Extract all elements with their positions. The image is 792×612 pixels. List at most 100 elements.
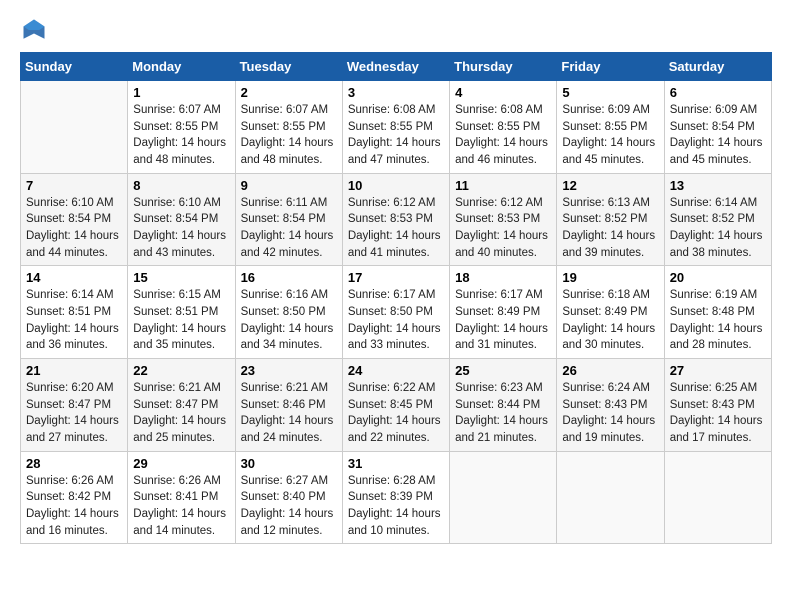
day-number: 10	[348, 178, 444, 193]
day-detail: Sunrise: 6:19 AMSunset: 8:48 PMDaylight:…	[670, 287, 766, 354]
day-number: 8	[133, 178, 229, 193]
day-detail: Sunrise: 6:27 AMSunset: 8:40 PMDaylight:…	[241, 473, 337, 540]
calendar-cell: 16Sunrise: 6:16 AMSunset: 8:50 PMDayligh…	[235, 266, 342, 359]
day-number: 26	[562, 363, 658, 378]
day-number: 18	[455, 270, 551, 285]
logo	[20, 16, 52, 44]
day-detail: Sunrise: 6:14 AMSunset: 8:51 PMDaylight:…	[26, 287, 122, 354]
day-detail: Sunrise: 6:14 AMSunset: 8:52 PMDaylight:…	[670, 195, 766, 262]
calendar-header-row: SundayMondayTuesdayWednesdayThursdayFrid…	[21, 53, 772, 81]
day-number: 19	[562, 270, 658, 285]
day-detail: Sunrise: 6:13 AMSunset: 8:52 PMDaylight:…	[562, 195, 658, 262]
calendar-cell	[557, 451, 664, 544]
day-header-monday: Monday	[128, 53, 235, 81]
day-detail: Sunrise: 6:28 AMSunset: 8:39 PMDaylight:…	[348, 473, 444, 540]
day-number: 16	[241, 270, 337, 285]
calendar-cell: 9 Sunrise: 6:11 AMSunset: 8:54 PMDaylight…	[235, 173, 342, 266]
day-number: 25	[455, 363, 551, 378]
day-number: 30	[241, 456, 337, 471]
day-header-friday: Friday	[557, 53, 664, 81]
day-detail: Sunrise: 6:10 AMSunset: 8:54 PMDaylight:…	[26, 195, 122, 262]
calendar-cell: 6 Sunrise: 6:09 AMSunset: 8:54 PMDaylight…	[664, 81, 771, 174]
calendar-week-row: 14 Sunrise: 6:14 AMSunset: 8:51 PMDayligh…	[21, 266, 772, 359]
day-number: 7	[26, 178, 122, 193]
calendar-cell: 2 Sunrise: 6:07 AMSunset: 8:55 PMDaylight…	[235, 81, 342, 174]
calendar-week-row: 7 Sunrise: 6:10 AMSunset: 8:54 PMDaylight…	[21, 173, 772, 266]
day-detail: Sunrise: 6:25 AMSunset: 8:43 PMDaylight:…	[670, 380, 766, 447]
day-detail: Sunrise: 6:08 AMSunset: 8:55 PMDaylight:…	[348, 102, 444, 169]
day-detail: Sunrise: 6:24 AMSunset: 8:43 PMDaylight:…	[562, 380, 658, 447]
calendar-cell: 4Sunrise: 6:08 AMSunset: 8:55 PMDaylight…	[450, 81, 557, 174]
calendar-cell: 17Sunrise: 6:17 AMSunset: 8:50 PMDayligh…	[342, 266, 449, 359]
day-number: 2	[241, 85, 337, 100]
calendar-week-row: 21Sunrise: 6:20 AMSunset: 8:47 PMDayligh…	[21, 359, 772, 452]
day-number: 28	[26, 456, 122, 471]
calendar-cell: 3 Sunrise: 6:08 AMSunset: 8:55 PMDaylight…	[342, 81, 449, 174]
calendar-cell: 12 Sunrise: 6:13 AMSunset: 8:52 PMDayligh…	[557, 173, 664, 266]
calendar-cell: 24Sunrise: 6:22 AMSunset: 8:45 PMDayligh…	[342, 359, 449, 452]
day-number: 29	[133, 456, 229, 471]
day-detail: Sunrise: 6:18 AMSunset: 8:49 PMDaylight:…	[562, 287, 658, 354]
day-number: 11	[455, 178, 551, 193]
day-detail: Sunrise: 6:20 AMSunset: 8:47 PMDaylight:…	[26, 380, 122, 447]
day-detail: Sunrise: 6:21 AMSunset: 8:47 PMDaylight:…	[133, 380, 229, 447]
logo-icon	[20, 16, 48, 44]
day-detail: Sunrise: 6:07 AMSunset: 8:55 PMDaylight:…	[241, 102, 337, 169]
day-detail: Sunrise: 6:26 AMSunset: 8:42 PMDaylight:…	[26, 473, 122, 540]
day-detail: Sunrise: 6:17 AMSunset: 8:50 PMDaylight:…	[348, 287, 444, 354]
calendar-cell	[664, 451, 771, 544]
calendar-cell: 23 Sunrise: 6:21 AMSunset: 8:46 PMDayligh…	[235, 359, 342, 452]
day-number: 23	[241, 363, 337, 378]
day-number: 12	[562, 178, 658, 193]
day-detail: Sunrise: 6:21 AMSunset: 8:46 PMDaylight:…	[241, 380, 337, 447]
day-detail: Sunrise: 6:11 AMSunset: 8:54 PMDaylight:…	[241, 195, 337, 262]
calendar-cell	[450, 451, 557, 544]
calendar-cell: 8 Sunrise: 6:10 AMSunset: 8:54 PMDaylight…	[128, 173, 235, 266]
calendar-cell	[21, 81, 128, 174]
day-number: 31	[348, 456, 444, 471]
day-detail: Sunrise: 6:12 AMSunset: 8:53 PMDaylight:…	[348, 195, 444, 262]
calendar-cell: 29Sunrise: 6:26 AMSunset: 8:41 PMDayligh…	[128, 451, 235, 544]
calendar-cell: 21Sunrise: 6:20 AMSunset: 8:47 PMDayligh…	[21, 359, 128, 452]
day-detail: Sunrise: 6:17 AMSunset: 8:49 PMDaylight:…	[455, 287, 551, 354]
calendar-cell: 15 Sunrise: 6:15 AMSunset: 8:51 PMDayligh…	[128, 266, 235, 359]
calendar-cell: 22 Sunrise: 6:21 AMSunset: 8:47 PMDayligh…	[128, 359, 235, 452]
calendar-cell: 20 Sunrise: 6:19 AMSunset: 8:48 PMDayligh…	[664, 266, 771, 359]
day-number: 5	[562, 85, 658, 100]
calendar-cell: 26 Sunrise: 6:24 AMSunset: 8:43 PMDayligh…	[557, 359, 664, 452]
day-number: 6	[670, 85, 766, 100]
day-detail: Sunrise: 6:10 AMSunset: 8:54 PMDaylight:…	[133, 195, 229, 262]
calendar-cell: 25 Sunrise: 6:23 AMSunset: 8:44 PMDayligh…	[450, 359, 557, 452]
calendar-cell: 10 Sunrise: 6:12 AMSunset: 8:53 PMDayligh…	[342, 173, 449, 266]
calendar-week-row: 28 Sunrise: 6:26 AMSunset: 8:42 PMDayligh…	[21, 451, 772, 544]
day-header-wednesday: Wednesday	[342, 53, 449, 81]
day-number: 24	[348, 363, 444, 378]
day-header-saturday: Saturday	[664, 53, 771, 81]
calendar-week-row: 1 Sunrise: 6:07 AMSunset: 8:55 PMDaylight…	[21, 81, 772, 174]
day-detail: Sunrise: 6:09 AMSunset: 8:54 PMDaylight:…	[670, 102, 766, 169]
day-number: 3	[348, 85, 444, 100]
day-number: 14	[26, 270, 122, 285]
calendar-cell: 27Sunrise: 6:25 AMSunset: 8:43 PMDayligh…	[664, 359, 771, 452]
calendar-cell: 1Sunrise: 6:07 AMSunset: 8:55 PMDaylight…	[128, 81, 235, 174]
day-number: 15	[133, 270, 229, 285]
day-header-thursday: Thursday	[450, 53, 557, 81]
day-detail: Sunrise: 6:12 AMSunset: 8:53 PMDaylight:…	[455, 195, 551, 262]
day-number: 1	[133, 85, 229, 100]
day-number: 13	[670, 178, 766, 193]
day-detail: Sunrise: 6:08 AMSunset: 8:55 PMDaylight:…	[455, 102, 551, 169]
calendar-cell: 18 Sunrise: 6:17 AMSunset: 8:49 PMDayligh…	[450, 266, 557, 359]
calendar-cell: 13 Sunrise: 6:14 AMSunset: 8:52 PMDayligh…	[664, 173, 771, 266]
calendar-table: SundayMondayTuesdayWednesdayThursdayFrid…	[20, 52, 772, 544]
day-number: 9	[241, 178, 337, 193]
calendar-cell: 11 Sunrise: 6:12 AMSunset: 8:53 PMDayligh…	[450, 173, 557, 266]
calendar-cell: 19 Sunrise: 6:18 AMSunset: 8:49 PMDayligh…	[557, 266, 664, 359]
day-detail: Sunrise: 6:23 AMSunset: 8:44 PMDaylight:…	[455, 380, 551, 447]
calendar-cell: 5Sunrise: 6:09 AMSunset: 8:55 PMDaylight…	[557, 81, 664, 174]
calendar-cell: 30 Sunrise: 6:27 AMSunset: 8:40 PMDayligh…	[235, 451, 342, 544]
day-detail: Sunrise: 6:15 AMSunset: 8:51 PMDaylight:…	[133, 287, 229, 354]
day-number: 22	[133, 363, 229, 378]
day-header-tuesday: Tuesday	[235, 53, 342, 81]
calendar-cell: 14 Sunrise: 6:14 AMSunset: 8:51 PMDayligh…	[21, 266, 128, 359]
day-number: 20	[670, 270, 766, 285]
